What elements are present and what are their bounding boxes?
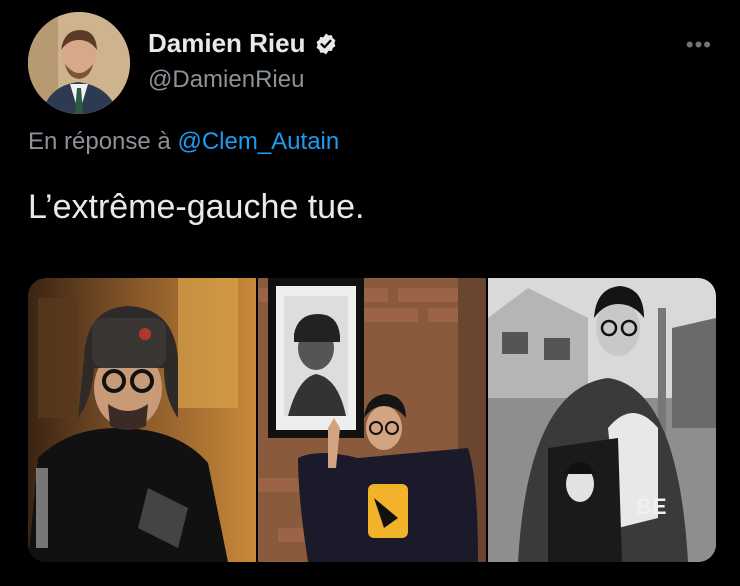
reply-prefix: En réponse à — [28, 128, 171, 155]
media-photo-2[interactable] — [258, 278, 486, 562]
display-name[interactable]: Damien Rieu — [148, 28, 306, 59]
author-handle[interactable]: @DamienRieu — [148, 66, 304, 94]
media-grid: BE — [28, 278, 716, 562]
verified-badge-icon — [314, 32, 338, 56]
media-photo-1[interactable] — [28, 278, 256, 562]
shirt-text: BE — [636, 494, 667, 519]
reply-mention-link[interactable]: @Clem_Autain — [177, 128, 339, 155]
author-row: Damien Rieu — [148, 28, 338, 59]
tweet-text: L’extrême-gauche tue. — [28, 188, 365, 226]
avatar-image — [28, 12, 130, 114]
media-photo-3[interactable]: BE — [488, 278, 716, 562]
avatar[interactable] — [28, 12, 130, 114]
reply-context: En réponse à @Clem_Autain — [28, 128, 339, 156]
more-options-icon[interactable]: ••• — [686, 32, 712, 58]
